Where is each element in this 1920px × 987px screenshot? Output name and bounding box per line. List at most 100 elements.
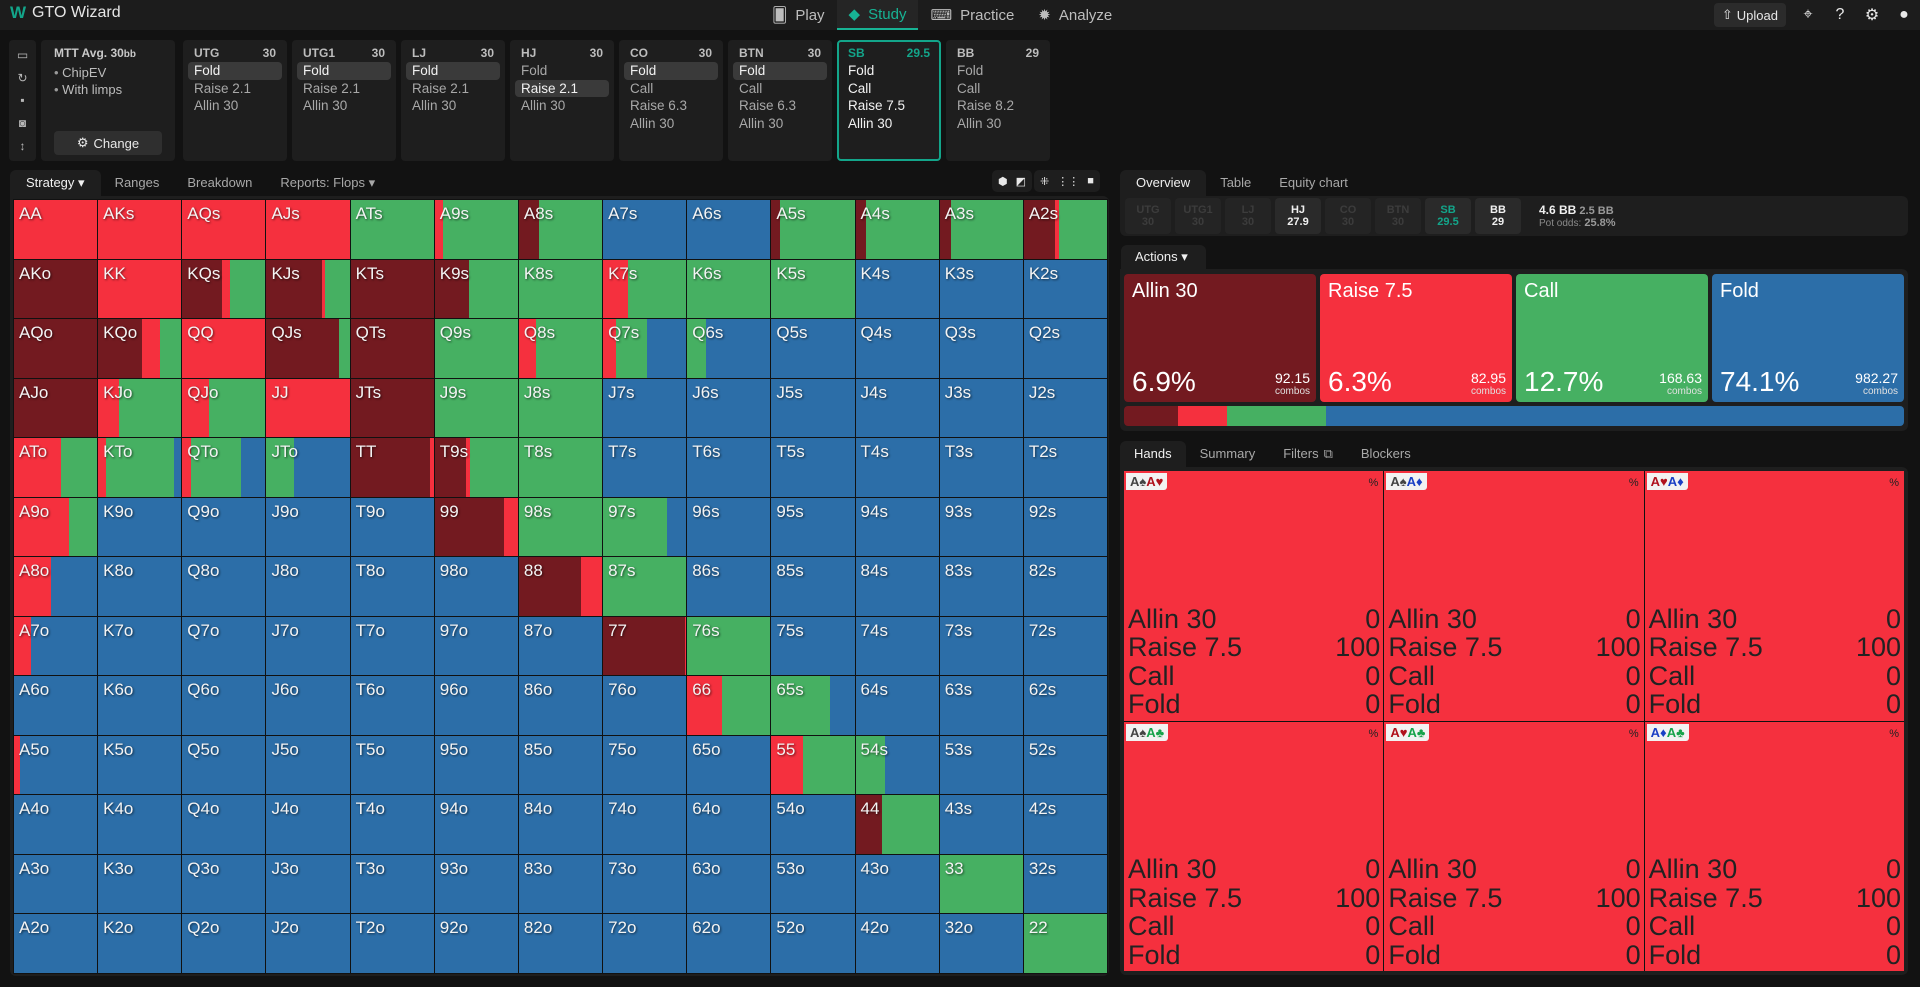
hand-cell[interactable]: T5s — [771, 438, 855, 497]
hand-cell[interactable]: 86o — [518, 676, 603, 735]
reset-icon[interactable]: ↻ — [17, 71, 27, 85]
hand-cell[interactable]: A3s — [939, 200, 1023, 259]
hand-cell[interactable]: J9s — [434, 378, 518, 438]
hand-cell[interactable]: Q9s — [434, 319, 518, 378]
seat-hj[interactable]: HJ 27.9 — [1275, 198, 1321, 234]
hand-cell[interactable]: 84o — [518, 795, 603, 854]
tab-hands[interactable]: Hands — [1120, 441, 1186, 467]
position-action[interactable]: Allin 30 — [515, 97, 609, 115]
hand-cell[interactable]: K2s — [1023, 259, 1107, 319]
hand-cell[interactable]: 97o — [434, 616, 518, 676]
position-action[interactable]: Fold — [188, 62, 282, 80]
hand-cell[interactable]: T6s — [687, 438, 771, 497]
hand-cell[interactable]: J3s — [939, 378, 1023, 438]
hand-cell[interactable]: Q3o — [182, 854, 266, 914]
hand-cell[interactable]: 73o — [603, 854, 687, 914]
hand-cell[interactable]: 83o — [518, 854, 603, 914]
app-logo[interactable]: W GTO Wizard — [10, 3, 121, 23]
hand-cell[interactable]: 76s — [687, 616, 771, 676]
hand-cell[interactable]: 74o — [603, 795, 687, 854]
hand-cell[interactable]: K8o — [98, 557, 182, 616]
hand-cell[interactable]: 92o — [434, 914, 518, 973]
hand-cell[interactable]: K4o — [98, 795, 182, 854]
position-action[interactable]: Fold — [297, 62, 391, 80]
hand-cell[interactable]: 52s — [1023, 735, 1107, 795]
hand-cell[interactable]: 72o — [603, 914, 687, 973]
hand-cell[interactable]: J6s — [687, 378, 771, 438]
hand-cell[interactable]: AQs — [182, 200, 266, 259]
hand-cell[interactable]: K5o — [98, 735, 182, 795]
hand-cell[interactable]: J2o — [266, 914, 350, 973]
bookmark-icon[interactable]: ▭ — [17, 48, 28, 62]
position-action[interactable]: Fold — [951, 62, 1045, 80]
hand-cell[interactable]: J4o — [266, 795, 350, 854]
hand-cell[interactable]: 85s — [771, 557, 855, 616]
hand-cell[interactable]: Q4s — [855, 319, 939, 378]
hand-cell[interactable]: 94o — [434, 795, 518, 854]
hand-cell[interactable]: JJ — [266, 378, 350, 438]
hand-combo-card[interactable]: A♦A♣% Allin 30 0 Raise 7.5 100 Call 0 Fold 0 — [1644, 721, 1904, 971]
hand-cell[interactable]: JTo — [266, 438, 350, 497]
hand-cell[interactable]: K3o — [98, 854, 182, 914]
seat-bb[interactable]: BB 29 — [1475, 198, 1521, 234]
hand-cell[interactable]: 82s — [1023, 557, 1107, 616]
hand-cell[interactable]: K8s — [518, 259, 603, 319]
hand-cell[interactable]: AA — [14, 200, 98, 259]
position-card-co[interactable]: CO 30 Fold Call Raise 6.3 Allin 30 — [619, 40, 723, 161]
hand-cell[interactable]: Q2s — [1023, 319, 1107, 378]
position-action[interactable]: Fold — [515, 62, 609, 80]
hand-cell[interactable]: T3o — [350, 854, 434, 914]
hand-cell[interactable]: ATs — [350, 200, 434, 259]
hand-cell[interactable]: 44 — [855, 795, 939, 854]
hand-cell[interactable]: A5s — [771, 200, 855, 259]
hand-cell[interactable]: Q5s — [771, 319, 855, 378]
hand-cell[interactable]: 65o — [687, 735, 771, 795]
hand-cell[interactable]: KQs — [182, 259, 266, 319]
hand-cell[interactable]: 98o — [434, 557, 518, 616]
hand-cell[interactable]: 96s — [687, 497, 771, 557]
hand-cell[interactable]: Q6o — [182, 676, 266, 735]
hand-cell[interactable]: 96o — [434, 676, 518, 735]
seat-lj[interactable]: LJ 30 — [1225, 198, 1271, 234]
hand-cell[interactable]: 98s — [518, 497, 603, 557]
position-action[interactable]: Raise 6.3 — [624, 97, 718, 115]
hand-cell[interactable]: Q3s — [939, 319, 1023, 378]
position-card-hj[interactable]: HJ 30 Fold Raise 2.1 Allin 30 — [510, 40, 614, 161]
user-avatar-icon[interactable]: ● — [1894, 6, 1914, 24]
position-action[interactable]: Raise 2.1 — [188, 80, 282, 98]
hand-combo-card[interactable]: A♥A♣% Allin 30 0 Raise 7.5 100 Call 0 Fold 0 — [1384, 721, 1644, 971]
position-action[interactable]: Allin 30 — [842, 115, 936, 133]
hand-cell[interactable]: KJs — [266, 259, 350, 319]
actions-dropdown[interactable]: Actions ▾ — [1121, 245, 1206, 269]
hand-cell[interactable]: T6o — [350, 676, 434, 735]
hand-cell[interactable]: QTs — [350, 319, 434, 378]
hand-cell[interactable]: 62o — [687, 914, 771, 973]
hand-cell[interactable]: Q8o — [182, 557, 266, 616]
hand-cell[interactable]: K3s — [939, 259, 1023, 319]
action-card-raise[interactable]: Raise 7.5 6.3% 82.95 combos — [1320, 274, 1512, 402]
expand-height-icon[interactable]: ↕ — [20, 139, 26, 153]
hand-cell[interactable]: 62s — [1023, 676, 1107, 735]
hand-cell[interactable]: 87s — [603, 557, 687, 616]
hand-cell[interactable]: T2s — [1023, 438, 1107, 497]
hand-cell[interactable]: J5o — [266, 735, 350, 795]
tab-breakdown[interactable]: Breakdown — [173, 170, 266, 196]
hand-cell[interactable]: K7o — [98, 616, 182, 676]
seat-btn[interactable]: BTN 30 — [1375, 198, 1421, 234]
hand-cell[interactable]: 64o — [687, 795, 771, 854]
hand-cell[interactable]: 55 — [771, 735, 855, 795]
hand-cell[interactable]: 86s — [687, 557, 771, 616]
position-action[interactable]: Call — [951, 80, 1045, 98]
hand-cell[interactable]: K6o — [98, 676, 182, 735]
position-action[interactable]: Raise 8.2 — [951, 97, 1045, 115]
hand-cell[interactable]: TT — [350, 438, 434, 497]
hand-cell[interactable]: Q7o — [182, 616, 266, 676]
hand-cell[interactable]: KK — [98, 259, 182, 319]
hand-cell[interactable]: QJo — [182, 378, 266, 438]
tab-ranges[interactable]: Ranges — [101, 170, 174, 196]
hand-cell[interactable]: 52o — [771, 914, 855, 973]
hand-cell[interactable]: AQo — [14, 319, 98, 378]
hand-cell[interactable]: 32o — [939, 914, 1023, 973]
hand-cell[interactable]: 75o — [603, 735, 687, 795]
gamepad-icon[interactable]: ◙ — [19, 116, 26, 130]
